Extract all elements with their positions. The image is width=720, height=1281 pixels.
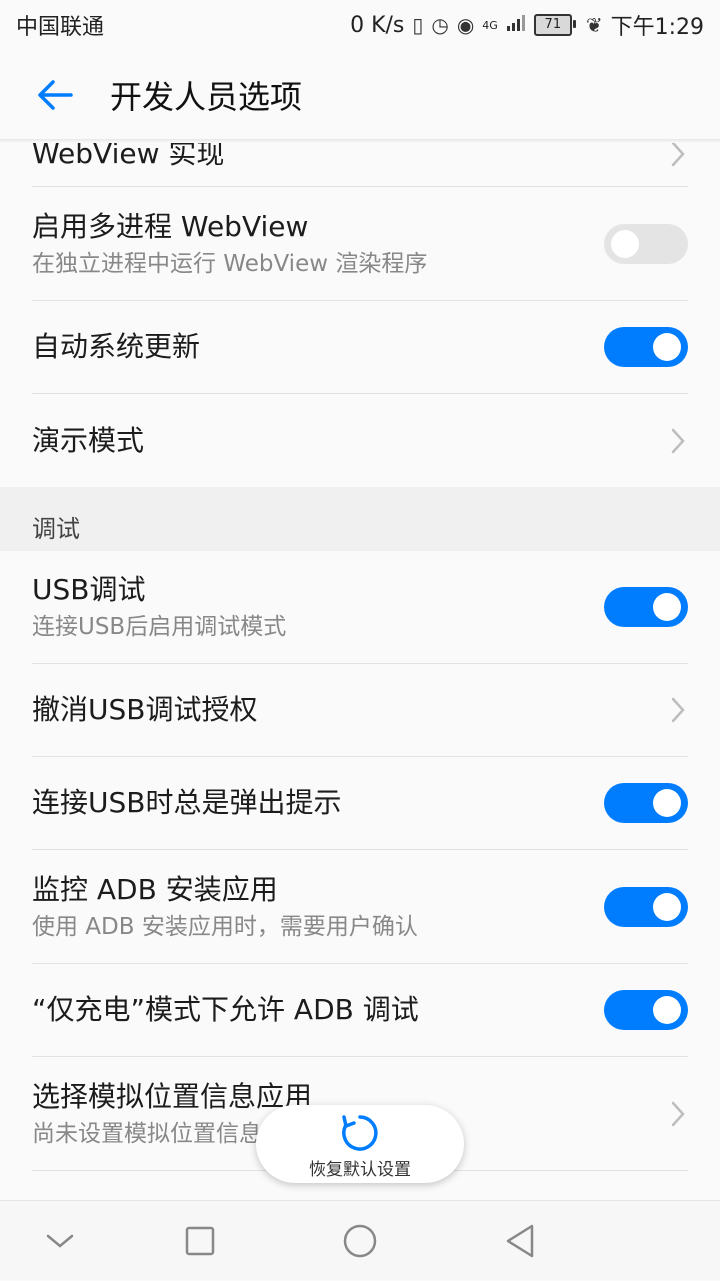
eye-comfort-icon: ◉ [456, 13, 475, 37]
reset-defaults-label: 恢复默认设置 [309, 1160, 411, 1180]
row-title: 选择模拟位置信息应用 [32, 1079, 313, 1113]
row-title: 演示模式 [32, 423, 145, 457]
switch-knob [653, 892, 681, 921]
settings-list[interactable]: WebView 实现 启用多进程 WebView 在独立进程中运行 WebVie… [0, 143, 720, 1200]
row-revoke-usb-authorization[interactable]: 撤消USB调试授权 [0, 664, 720, 756]
chevron-right-icon [671, 428, 685, 453]
chevron-down-icon [46, 1234, 74, 1248]
refresh-icon [342, 1115, 378, 1151]
section-header-debug: 调试 [0, 487, 720, 551]
row-usb-connect-prompt[interactable]: 连接USB时总是弹出提示 [0, 757, 720, 849]
switch-knob [653, 996, 681, 1024]
row-monitor-adb-installs[interactable]: 监控 ADB 安装应用 使用 ADB 安装应用时，需要用户确认 [0, 850, 720, 963]
nav-hide-button[interactable] [0, 1201, 120, 1281]
navigation-bar [0, 1200, 720, 1280]
status-icons: 0 K/s ▯ ◷ ◉ 4G 71 ❦ 下午1:29 [350, 9, 704, 41]
row-title: 连接USB时总是弹出提示 [32, 786, 342, 819]
auto-system-update-switch[interactable] [604, 327, 688, 367]
reset-defaults-button[interactable]: 恢复默认设置 [256, 1105, 464, 1183]
chevron-right-icon [671, 143, 685, 167]
clock: 下午1:29 [610, 15, 704, 40]
row-subtitle: 使用 ADB 安装应用时，需要用户确认 [32, 913, 418, 940]
switch-knob [653, 789, 681, 817]
alarm-icon: ◷ [431, 13, 449, 37]
circle-icon [343, 1224, 377, 1258]
row-title: WebView 实现 [32, 143, 225, 170]
arrow-left-icon [38, 80, 73, 110]
row-subtitle: 连接USB后启用调试模式 [32, 614, 287, 640]
row-usb-debugging[interactable]: USB调试 连接USB后启用调试模式 [0, 551, 720, 663]
row-title: 自动系统更新 [32, 330, 201, 363]
row-webview-implementation[interactable]: WebView 实现 [0, 143, 720, 187]
switch-knob [611, 229, 639, 258]
nav-back-button[interactable] [460, 1201, 580, 1281]
row-demo-mode[interactable]: 演示模式 [0, 394, 720, 487]
row-title: 启用多进程 WebView [32, 209, 309, 243]
row-charge-only-adb[interactable]: “仅充电”模式下允许 ADB 调试 [0, 964, 720, 1056]
network-speed: 0 K/s [350, 12, 405, 38]
multiprocess-webview-switch[interactable] [604, 223, 688, 264]
nav-home-button[interactable] [300, 1201, 420, 1281]
signal-icon [506, 13, 526, 38]
row-auto-system-update[interactable]: 自动系统更新 [0, 301, 720, 393]
charge-only-adb-switch[interactable] [604, 990, 688, 1030]
chevron-right-icon [671, 697, 685, 723]
app-bar: 开发人员选项 [0, 50, 720, 140]
nav-recents-button[interactable] [140, 1201, 260, 1281]
status-bar: 中国联通 0 K/s ▯ ◷ ◉ 4G 71 ❦ 下午1:29 [0, 0, 720, 50]
chevron-right-icon [671, 1101, 685, 1126]
usb-connect-prompt-switch[interactable] [604, 783, 688, 823]
square-icon [185, 1226, 215, 1256]
row-title: USB调试 [32, 573, 146, 606]
network-type: 4G [482, 18, 498, 32]
carrier-label: 中国联通 [16, 15, 105, 40]
row-title: 撤消USB调试授权 [32, 693, 258, 726]
vibrate-icon: ▯ [412, 13, 424, 37]
triangle-back-icon [506, 1224, 534, 1258]
switch-knob [653, 593, 681, 621]
battery-icon: 71 [533, 14, 576, 36]
row-title: 监控 ADB 安装应用 [32, 872, 278, 906]
page-title: 开发人员选项 [110, 78, 303, 116]
leaf-icon: ❦ [585, 13, 603, 37]
back-button[interactable] [0, 50, 110, 140]
row-multiprocess-webview[interactable]: 启用多进程 WebView 在独立进程中运行 WebView 渲染程序 [0, 187, 720, 300]
row-title: “仅充电”模式下允许 ADB 调试 [32, 993, 419, 1026]
switch-knob [653, 333, 681, 361]
monitor-adb-installs-switch[interactable] [604, 886, 688, 927]
row-subtitle: 在独立进程中运行 WebView 渲染程序 [32, 250, 428, 277]
usb-debugging-switch[interactable] [604, 587, 688, 627]
